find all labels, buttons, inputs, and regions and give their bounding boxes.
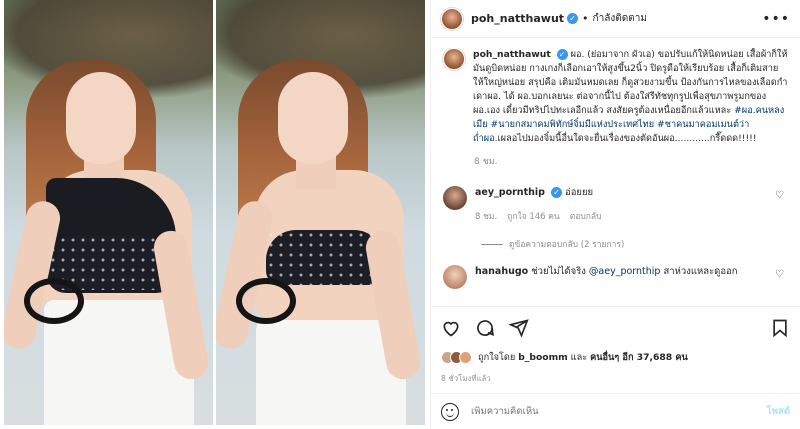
comment-icon[interactable] — [475, 318, 495, 338]
separator: • — [582, 12, 589, 25]
caption: poh_natthawut ✓ ผอ. (ย่อมาจาก ผัวเอ) ขอป… — [443, 48, 788, 146]
comment-likes[interactable]: ถูกใจ 146 คน — [507, 209, 560, 223]
view-replies-label: ดูข้อความตอบกลับ (2 รายการ) — [509, 240, 625, 250]
bookmark-icon[interactable] — [770, 318, 790, 338]
photo-retouched — [216, 0, 425, 425]
comment-mention[interactable]: @aey_pornthip — [589, 266, 661, 277]
post-comment-button[interactable]: โพสต์ — [767, 404, 790, 419]
post-side-panel: poh_natthawut ✓ • กำลังติดตาม ••• poh_na… — [430, 0, 800, 429]
avatar[interactable] — [443, 265, 467, 289]
post-header: poh_natthawut ✓ • กำลังติดตาม ••• — [431, 0, 800, 38]
verified-badge-icon: ✓ — [550, 187, 562, 198]
emoji-icon[interactable] — [441, 402, 459, 421]
caption-username[interactable]: poh_natthawut — [473, 49, 551, 60]
post-actions: ถูกใจโดย b_boomm และ คนอื่นๆ อีก 37,688 … — [431, 306, 800, 385]
comment-text: ช่วยไม่ได้จริง — [531, 266, 589, 277]
share-icon[interactable] — [509, 318, 529, 338]
likes-prefix: ถูกใจโดย — [478, 352, 516, 363]
likes-summary[interactable]: ถูกใจโดย b_boomm และ คนอื่นๆ อีก 37,688 … — [441, 350, 790, 365]
comment-item: aey_pornthip ✓ อ่อยยย 8 ชม. ถูกใจ 146 คน… — [443, 186, 788, 223]
likes-middle: และ — [570, 352, 588, 363]
verified-badge-icon: ✓ — [567, 13, 579, 24]
comment-item: hanahugo ช่วยไม่ได้จริง @aey_pornthip สา… — [443, 265, 788, 289]
likes-user[interactable]: b_boomm — [518, 352, 568, 363]
avatar — [459, 351, 472, 364]
comment-username[interactable]: hanahugo — [475, 266, 528, 277]
author-username[interactable]: poh_natthawut — [471, 12, 564, 25]
add-comment-bar: โพสต์ — [431, 393, 800, 429]
following-button[interactable]: กำลังติดตาม — [593, 11, 647, 26]
comment-username[interactable]: aey_pornthip — [475, 187, 545, 198]
view-replies-button[interactable]: ดูข้อความตอบกลับ (2 รายการ) — [481, 237, 788, 251]
avatar[interactable] — [441, 7, 463, 30]
comment-like-heart-icon[interactable]: ♡ — [775, 269, 784, 280]
more-options-icon[interactable]: ••• — [762, 11, 790, 27]
comment-input[interactable] — [471, 406, 767, 417]
reply-button[interactable]: ตอบกลับ — [570, 209, 602, 223]
verified-badge-icon: ✓ — [556, 49, 568, 60]
photo-original — [4, 0, 213, 425]
comment-time: 8 ชม. — [475, 212, 498, 222]
comments-list[interactable]: poh_natthawut ✓ ผอ. (ย่อมาจาก ผัวเอ) ขอป… — [431, 48, 800, 305]
comment-text: อ่อยยย — [565, 187, 594, 198]
comment-text-end: สาห่วงแหละดูออก — [660, 266, 738, 277]
comment-like-heart-icon[interactable]: ♡ — [775, 190, 784, 201]
instagram-post-view: poh_natthawut ✓ • กำลังติดตาม ••• poh_na… — [0, 0, 800, 429]
post-image[interactable] — [0, 0, 430, 429]
avatar[interactable] — [443, 186, 467, 210]
likes-others[interactable]: คนอื่นๆ อีก 37,688 คน — [590, 352, 688, 363]
avatar[interactable] — [443, 48, 465, 70]
heart-icon[interactable] — [441, 318, 461, 338]
post-timestamp[interactable]: 8 ชั่วโมงที่แล้ว — [441, 373, 790, 385]
caption-time: 8 ชม. — [474, 157, 498, 167]
caption-text-end: เผลอไปมองจิ๋มนี้อื่นใดจะยื่นเรื่องของตัด… — [497, 133, 757, 144]
